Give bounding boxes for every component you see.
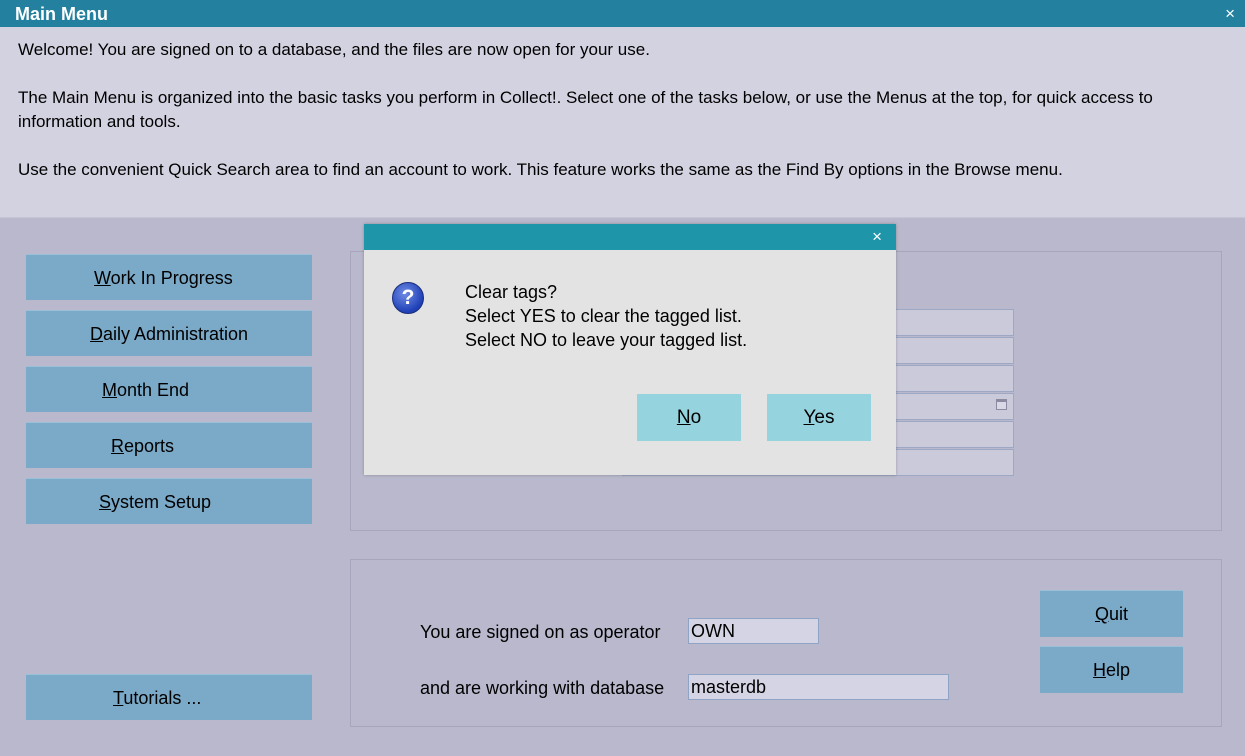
quit-button[interactable]: Quit — [1040, 590, 1183, 637]
main-menu-description: The Main Menu is organized into the basi… — [18, 88, 1153, 131]
mnemonic: T — [113, 688, 124, 708]
tutorials-button[interactable]: Tutorials ... — [26, 674, 312, 720]
quick-search-description: Use the convenient Quick Search area to … — [18, 160, 1063, 179]
dialog-no-hint: Select NO to leave your tagged list. — [465, 330, 748, 350]
mnemonic: S — [99, 492, 112, 512]
quick-search-field[interactable] — [894, 421, 1014, 448]
dialog-question: Clear tags? — [465, 282, 558, 302]
yes-button[interactable]: Yes — [767, 394, 871, 441]
button-label: onth End — [117, 380, 190, 400]
quick-search-date-field[interactable] — [894, 393, 1014, 420]
mnemonic: W — [94, 268, 111, 288]
reports-button[interactable]: Reports — [26, 422, 312, 468]
window-title: Main Menu — [15, 4, 108, 24]
quick-search-field[interactable] — [894, 337, 1014, 364]
operator-field[interactable]: OWN — [688, 618, 819, 644]
database-label: and are working with database — [420, 678, 665, 698]
window-titlebar: Main Menu × — [0, 0, 1245, 27]
database-field[interactable]: masterdb — [688, 674, 949, 700]
mnemonic: D — [90, 324, 103, 344]
button-label: uit — [1109, 604, 1129, 624]
button-label: aily Administration — [103, 324, 249, 344]
close-icon[interactable]: × — [1225, 4, 1235, 24]
mnemonic: Y — [803, 407, 815, 428]
button-label: elp — [1105, 660, 1131, 680]
month-end-button[interactable]: Month End — [26, 366, 312, 412]
operator-label: You are signed on as operator — [420, 622, 661, 642]
mnemonic: M — [102, 380, 117, 400]
mnemonic: N — [676, 407, 691, 428]
clear-tags-dialog: × ? Clear tags? Select YES to clear the … — [364, 224, 896, 475]
button-label: o — [690, 407, 702, 428]
daily-administration-button[interactable]: Daily Administration — [26, 310, 312, 356]
button-label: ork In Progress — [110, 268, 233, 288]
question-icon: ? — [392, 282, 424, 314]
welcome-text: Welcome! You are signed on to a database… — [18, 40, 650, 59]
mnemonic: R — [111, 436, 124, 456]
system-setup-button[interactable]: System Setup — [26, 478, 312, 524]
button-label: utorials ... — [123, 688, 202, 708]
no-button[interactable]: No — [637, 394, 741, 441]
mnemonic: H — [1092, 660, 1106, 680]
button-label: es — [814, 407, 835, 428]
button-label: eports — [124, 436, 175, 456]
dialog-titlebar: × — [364, 224, 896, 250]
help-button[interactable]: Help — [1040, 646, 1183, 693]
button-label: ystem Setup — [111, 492, 212, 512]
dialog-close-icon[interactable]: × — [872, 227, 882, 247]
quick-search-field[interactable] — [894, 365, 1014, 392]
mnemonic: Q — [1094, 604, 1109, 624]
welcome-panel: Welcome! You are signed on to a database… — [0, 27, 1245, 218]
work-in-progress-button[interactable]: Work In Progress — [26, 254, 312, 300]
calendar-icon[interactable] — [996, 399, 1007, 410]
dialog-yes-hint: Select YES to clear the tagged list. — [465, 306, 742, 326]
quick-search-field[interactable] — [894, 309, 1014, 336]
